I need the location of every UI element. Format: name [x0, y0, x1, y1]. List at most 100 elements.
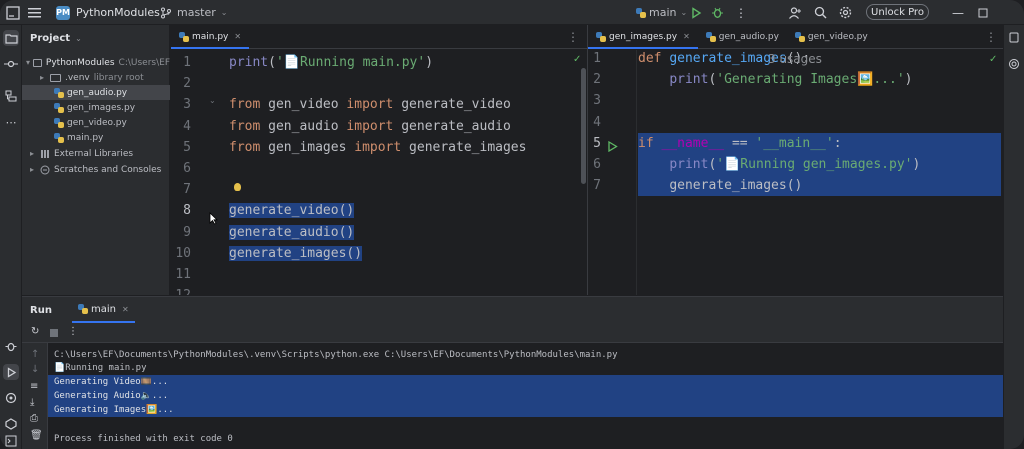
run-button[interactable] [690, 0, 702, 25]
tree-item-root[interactable]: ▾ PythonModules C:\Users\EF [22, 55, 170, 70]
structure-tool-button[interactable] [3, 88, 19, 104]
code-text: print('📄Running main.py') [229, 55, 434, 70]
tree-item-scratches[interactable]: ▸ Scratches and Consoles [22, 162, 170, 177]
tree-item-gen-audio[interactable]: gen_audio.py [22, 85, 170, 100]
maximize-button[interactable] [978, 0, 988, 25]
close-icon[interactable]: ✕ [122, 305, 129, 314]
code-line[interactable]: 1 print('📄Running main.py') [171, 52, 581, 73]
line-number: 8 [183, 203, 191, 219]
run-config-name: main [649, 6, 677, 19]
python-file-icon [54, 102, 64, 113]
code-line[interactable]: 5 from gen_images import generate_images [171, 137, 581, 158]
close-icon[interactable]: ✕ [234, 32, 241, 41]
console-line: Generating Video🎞️... [48, 375, 1003, 389]
code-line[interactable]: 7 [171, 179, 581, 200]
trash-icon[interactable]: 🗑 [30, 430, 43, 441]
commit-tool-button[interactable] [3, 56, 19, 72]
tree-item-venv[interactable]: ▸ .venv library root [22, 70, 170, 85]
code-line[interactable]: 6 print('📄Running gen_images.py') [593, 154, 1001, 175]
chevron-right-icon: ▸ [40, 73, 45, 82]
project-panel-header[interactable]: Project ⌄ [22, 25, 169, 51]
search-button[interactable] [814, 0, 827, 25]
project-tool-button[interactable] [3, 30, 19, 46]
python-packages-tool-button[interactable] [3, 390, 19, 406]
soft-wrap-icon[interactable]: ≡ [30, 381, 38, 392]
line-number: 2 [593, 72, 601, 88]
console-line: Generating Images🖼️... [48, 403, 1003, 417]
unlock-pro-button[interactable]: Unlock Pro [866, 4, 929, 20]
scroll-to-end-icon[interactable]: ⤓ [30, 397, 34, 408]
tree-item-external-libraries[interactable]: ▸ External Libraries [22, 146, 170, 161]
line-number: 5 [183, 139, 191, 155]
code-line[interactable]: 2 print('Generating Images🖼️...') [588, 69, 1001, 90]
debug-tool-button[interactable] [3, 338, 19, 354]
debug-button[interactable] [711, 0, 724, 25]
code-line[interactable]: 3 [588, 90, 1001, 111]
tab-gen-images-py[interactable]: gen_images.py ✕ [588, 25, 698, 49]
run-tab-main[interactable]: main ✕ [71, 297, 135, 323]
app-logo-icon[interactable] [6, 0, 20, 25]
console-line: Process finished with exit code 0 [54, 434, 233, 444]
editor-scrollbar[interactable] [581, 68, 586, 184]
bell-icon [1009, 32, 1019, 43]
folder-icon [50, 73, 61, 82]
add-user-button[interactable] [788, 0, 802, 25]
code-line[interactable]: 11 [171, 264, 581, 285]
run-panel: Run main ✕ ↻ ⋮ ↑ ↓ ≡ ⤓ ⎙ 🗑 C:\Users\EF\D… [22, 296, 1003, 449]
minimize-button[interactable]: — [952, 0, 964, 25]
project-switcher[interactable]: PM PythonModules ⌄ [56, 0, 172, 25]
usages-hint[interactable]: 3 usages [768, 52, 822, 66]
ai-assistant-tool-button[interactable] [1006, 56, 1022, 72]
services-tool-button[interactable] [3, 416, 19, 432]
tree-item-label: External Libraries [54, 148, 134, 159]
tree-item-main[interactable]: main.py [22, 130, 170, 145]
code-line[interactable]: 4 from gen_audio import generate_audio [171, 116, 581, 137]
code-text: generate_video() [229, 203, 355, 219]
up-arrow-icon[interactable]: ↑ [31, 349, 39, 360]
more-vertical-icon[interactable]: ⋮ [567, 30, 579, 44]
more-vertical-icon[interactable]: ⋮ [985, 30, 997, 44]
code-line[interactable]: 10 generate_images() [171, 243, 581, 264]
stop-icon[interactable] [50, 329, 58, 337]
tab-main-py[interactable]: main.py ✕ [171, 25, 250, 49]
right-editor[interactable]: ✓ 1 def generate_images(): 3 usages 2 print… [588, 50, 1003, 295]
code-line[interactable]: 5 if __name__ == '__main__': [593, 132, 1001, 154]
line-number: 1 [593, 51, 601, 66]
down-arrow-icon[interactable]: ↓ [31, 364, 39, 375]
more-tools-button[interactable]: ⋯ [3, 114, 19, 130]
more-vertical-icon[interactable]: ⋮ [68, 326, 78, 337]
tree-item-gen-images[interactable]: gen_images.py [22, 100, 170, 115]
code-line[interactable]: 3 from gen_video import generate_video [171, 94, 581, 115]
tab-gen-audio-py[interactable]: gen_audio.py [698, 25, 787, 49]
branch-switcher[interactable]: master ⌄ [160, 0, 228, 25]
code-line[interactable]: 7 generate_images() [593, 175, 1001, 197]
code-line[interactable]: 8 generate_video() [171, 200, 581, 221]
code-text: from gen_video import generate_video [229, 97, 511, 113]
terminal-tool-button[interactable] [3, 433, 19, 449]
run-tool-button[interactable] [3, 364, 19, 380]
project-panel: Project ⌄ ▾ PythonModules C:\Users\EF ▸ … [22, 25, 170, 295]
code-line[interactable]: 1 def generate_images(): 3 usages [588, 50, 1001, 69]
code-line[interactable]: 6 [171, 158, 581, 179]
tree-item-label: gen_video.py [67, 117, 127, 128]
code-line[interactable]: 9 generate_audio() [171, 222, 581, 243]
tab-gen-video-py[interactable]: gen_video.py [787, 25, 876, 49]
code-line[interactable]: 4 [588, 112, 1001, 133]
settings-button[interactable] [839, 0, 852, 25]
tree-item-label: gen_images.py [67, 102, 136, 113]
code-line[interactable]: 12 [171, 285, 581, 295]
notifications-tool-button[interactable] [1006, 30, 1022, 46]
print-icon[interactable]: ⎙ [30, 413, 38, 424]
run-config-selector[interactable]: main ⌄ [636, 0, 687, 25]
line-number: 3 [183, 97, 191, 113]
run-gutter-icon[interactable] [607, 137, 618, 156]
code-line[interactable]: 2 [171, 73, 581, 94]
rerun-icon[interactable]: ↻ [31, 326, 39, 337]
close-icon[interactable]: ✕ [683, 32, 690, 41]
tree-item-gen-video[interactable]: gen_video.py [22, 115, 170, 130]
left-editor[interactable]: ⌄ ✓ 1 print('📄Running main.py') 2 3 from gen… [171, 50, 587, 295]
main-menu-icon[interactable] [28, 0, 42, 25]
more-horizontal-icon: ⋯ [5, 115, 17, 129]
scratches-icon [40, 165, 50, 174]
more-actions-button[interactable]: ⋮ [735, 0, 747, 25]
